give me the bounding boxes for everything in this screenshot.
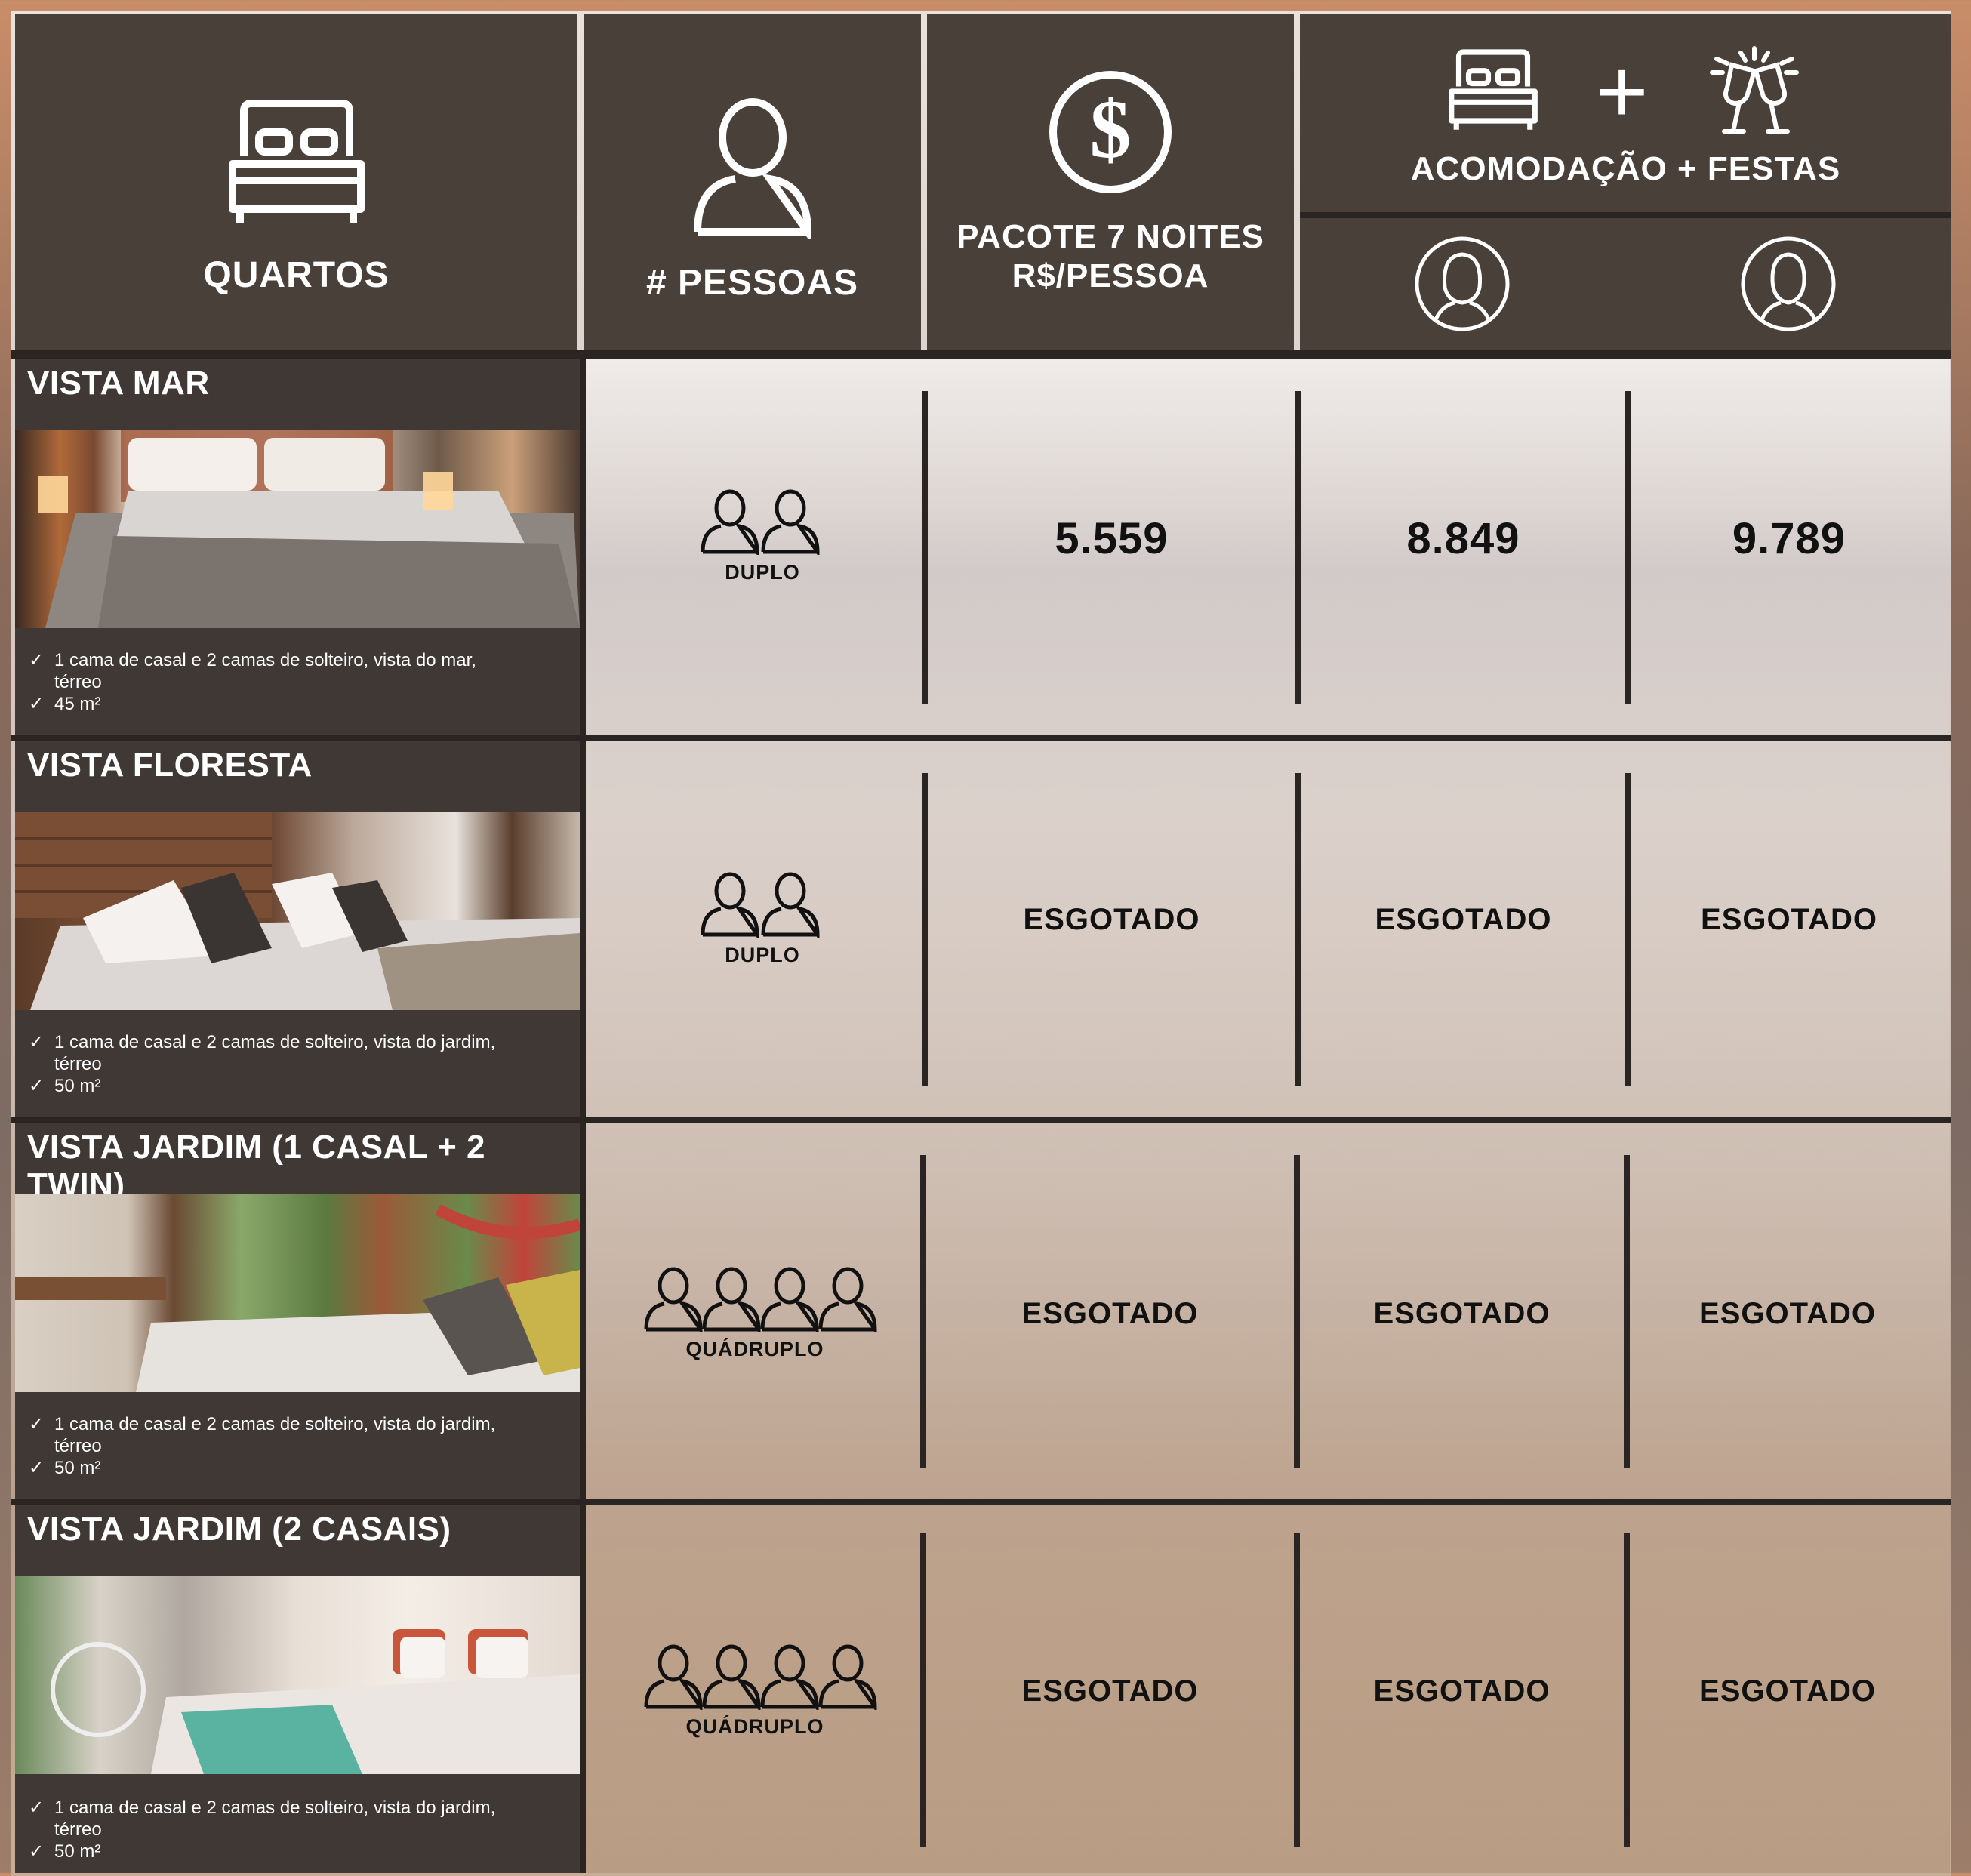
bed-illustration [51, 1629, 580, 1774]
header-bottom-border [11, 350, 1951, 359]
people-type-label: DUPLO [725, 944, 800, 966]
header-rooms-label: QUARTOS [203, 255, 390, 296]
price-combo-female: ESGOTADO [1373, 1297, 1551, 1330]
column-divider [1294, 1155, 1300, 1468]
people-icon [644, 1644, 877, 1713]
row-separator [11, 735, 1951, 741]
column-divider [1625, 773, 1631, 1086]
header-combo: + ACOMODAÇÃO + FESTAS [1300, 14, 1951, 212]
room-row-vista-floresta: VISTA FLORESTA ✓ 1 cama de casal e 2 cama… [15, 741, 580, 1117]
header-package-label-line1: PACOTE 7 NOITES [956, 217, 1264, 255]
female-avatar-icon [1415, 236, 1510, 331]
bed-icon-small [1449, 48, 1538, 130]
svg-text:$: $ [1090, 83, 1132, 175]
bed-illustration [15, 812, 580, 1010]
column-divider [920, 1533, 926, 1847]
room-title: VISTA FLORESTA [27, 747, 313, 784]
column-divider [1624, 1533, 1630, 1847]
room-title: VISTA JARDIM (1 CASAL + 2 TWIN) [27, 1129, 486, 1203]
dollar-icon: $ [1049, 70, 1172, 193]
people-icon [701, 872, 820, 941]
room-photo [15, 430, 580, 628]
header-rooms: QUARTOS [15, 14, 577, 350]
room-photo [15, 812, 580, 1010]
price-combo-female: ESGOTADO [1375, 903, 1552, 936]
male-avatar-icon [1741, 236, 1835, 331]
row-separator [11, 1117, 1951, 1123]
column-divider [1625, 391, 1631, 704]
bed-illustration [38, 430, 580, 628]
people-type-label: QUÁDRUPLO [685, 1338, 824, 1360]
price-package: ESGOTADO [1023, 903, 1200, 936]
price-combo-female: ESGOTADO [1373, 1674, 1551, 1708]
header-package-label-line2: R$/PESSOA [1012, 257, 1209, 294]
room-photo [15, 1576, 580, 1774]
column-divider [1294, 1533, 1300, 1847]
bed-illustration [15, 1204, 580, 1392]
price-combo-female: 8.849 [1406, 514, 1520, 563]
header-package: $ PACOTE 7 NOITES R$/PESSOA [927, 14, 1294, 350]
room-row-vista-mar: VISTA MAR ✓ 1 cama de casal e 2 camas de … [15, 359, 580, 735]
room-description: ✓ 1 cama de casal e 2 camas de solteiro, … [29, 1414, 496, 1478]
price-package: ESGOTADO [1021, 1297, 1199, 1330]
column-divider [922, 773, 928, 1086]
header-people-label: # PESSOAS [645, 263, 859, 303]
room-row-vista-jardim-twin: VISTA JARDIM (1 CASAL + 2 TWIN) ✓ 1 cama … [15, 1123, 580, 1499]
room-description: ✓ 1 cama de casal e 2 camas de solteiro, … [29, 1797, 496, 1862]
column-divider [1295, 391, 1301, 704]
price-combo-male: 9.789 [1732, 514, 1846, 563]
left-data-border [580, 350, 586, 1873]
header-combo-label: ACOMODAÇÃO + FESTAS [1410, 149, 1841, 187]
room-description: ✓ 1 cama de casal e 2 camas de solteiro, … [29, 650, 476, 714]
room-row-vista-jardim-casais: VISTA JARDIM (2 CASAIS) ✓ 1 cama de casal… [15, 1505, 580, 1873]
header-combo-female [1300, 218, 1625, 350]
champagne-icon [1709, 45, 1799, 134]
room-description: ✓ 1 cama de casal e 2 camas de solteiro, … [29, 1032, 496, 1096]
room-title: VISTA JARDIM (2 CASAIS) [27, 1511, 451, 1548]
people-icon-group [643, 1265, 877, 1335]
price-combo-male: ESGOTADO [1699, 1674, 1876, 1708]
header-combo-divider [1300, 212, 1951, 218]
people-type-label: DUPLO [725, 561, 800, 584]
price-package: 5.559 [1055, 514, 1169, 563]
header-combo-male [1625, 218, 1951, 350]
people-type-label: QUÁDRUPLO [685, 1715, 824, 1738]
price-package: ESGOTADO [1021, 1674, 1199, 1708]
bed-icon [228, 100, 365, 223]
plus-sign: + [1595, 40, 1649, 142]
price-combo-male: ESGOTADO [1699, 1297, 1876, 1330]
header-people: # PESSOAS [584, 14, 921, 350]
row-separator [11, 1499, 1951, 1505]
column-divider [920, 1155, 926, 1468]
price-combo-male: ESGOTADO [1701, 903, 1877, 936]
column-divider [1295, 773, 1301, 1086]
person-icon [693, 98, 811, 240]
room-title: VISTA MAR [27, 365, 210, 402]
room-photo [15, 1194, 580, 1392]
column-divider [1624, 1155, 1630, 1468]
people-icon-group [643, 1642, 877, 1713]
people-icon [644, 1267, 877, 1335]
column-divider [922, 391, 928, 704]
people-icon [701, 489, 820, 558]
people-icon-group [698, 870, 827, 941]
people-icon-group [698, 487, 827, 558]
